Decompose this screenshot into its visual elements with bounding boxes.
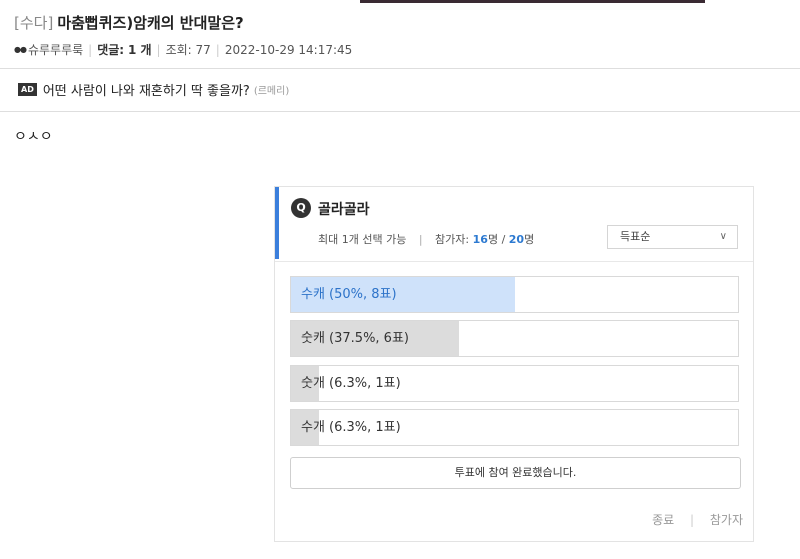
total-unit: 명 — [524, 233, 535, 246]
views-count: 77 — [195, 42, 211, 57]
poll-option[interactable]: 수캐 (50%, 8표) — [290, 276, 739, 313]
poll-title: 골라골라 — [318, 202, 370, 218]
poll-footer: 종료 | 참가자 — [652, 511, 743, 528]
sort-selected: 득표순 — [620, 230, 651, 243]
total-count: 20 — [508, 233, 525, 246]
post-category[interactable]: [수다] — [14, 14, 53, 32]
poll-info: 최대 1개 선택 가능 | 참가자: 16명 / 20명 — [318, 231, 534, 247]
poll-option[interactable]: 숫캐 (37.5%, 6표) — [290, 320, 739, 357]
poll-header: Q 골라골라 최대 1개 선택 가능 | 참가자: 16명 / 20명 득표순 … — [275, 187, 753, 262]
sort-dropdown[interactable]: 득표순 ∨ — [607, 225, 738, 249]
poll-widget: Q 골라골라 최대 1개 선택 가능 | 참가자: 16명 / 20명 득표순 … — [274, 186, 754, 542]
post-title-text: 마춤뻡퀴즈)암캐의 반대말은? — [57, 14, 244, 32]
max-select-text: 최대 1개 선택 가능 — [318, 233, 407, 246]
participants-label: 참가자: — [435, 233, 470, 246]
separator — [0, 111, 800, 112]
user-icon: ●● — [14, 45, 27, 54]
poll-option-label: 수캐 (50%, 8표) — [301, 287, 397, 302]
views-label: 조회: — [165, 43, 192, 57]
post-datetime: 2022-10-29 14:17:45 — [224, 42, 353, 57]
end-poll-link[interactable]: 종료 — [652, 513, 674, 527]
ad-banner[interactable]: AD 어떤 사람이 나와 재혼하기 딱 좋을까? (르메리) — [18, 80, 289, 99]
post-body: ㅇㅅㅇ — [14, 129, 53, 145]
comments-count: 1 개 — [127, 43, 152, 57]
comments-label: 댓글: — [97, 43, 125, 57]
poll-option-label: 숫개 (6.3%, 1표) — [301, 376, 401, 391]
divider: | — [690, 513, 695, 527]
poll-option-label: 숫캐 (37.5%, 6표) — [301, 331, 409, 346]
post-title: [수다] 마춤뻡퀴즈)암캐의 반대말은? — [14, 12, 244, 33]
question-icon: Q — [291, 198, 311, 218]
author-name[interactable]: 슈루루루룩 — [28, 41, 83, 58]
chevron-down-icon: ∨ — [719, 231, 727, 242]
participants-count: 16 — [472, 233, 488, 246]
poll-option[interactable]: 수개 (6.3%, 1표) — [290, 409, 739, 446]
vote-complete-button[interactable]: 투표에 참여 완료했습니다. — [290, 457, 741, 489]
poll-option-label: 수개 (6.3%, 1표) — [301, 420, 401, 435]
poll-accent-bar — [275, 187, 279, 259]
divider: | — [215, 42, 220, 57]
poll-option[interactable]: 숫개 (6.3%, 1표) — [290, 365, 739, 402]
participants-link[interactable]: 참가자 — [710, 513, 743, 527]
ad-text[interactable]: 어떤 사람이 나와 재혼하기 딱 좋을까? — [43, 80, 250, 99]
divider: | — [88, 42, 93, 57]
top-image-strip — [360, 0, 705, 3]
separator — [0, 68, 800, 69]
divider: | — [418, 233, 423, 246]
post-meta: ●● 슈루루루룩 | 댓글: 1 개 | 조회: 77 | 2022-10-29… — [14, 41, 352, 58]
divider: | — [156, 42, 161, 57]
ad-source: (르메리) — [253, 86, 290, 97]
slash: / — [501, 233, 506, 246]
participants-unit: 명 — [487, 233, 499, 246]
ad-badge: AD — [18, 83, 37, 96]
